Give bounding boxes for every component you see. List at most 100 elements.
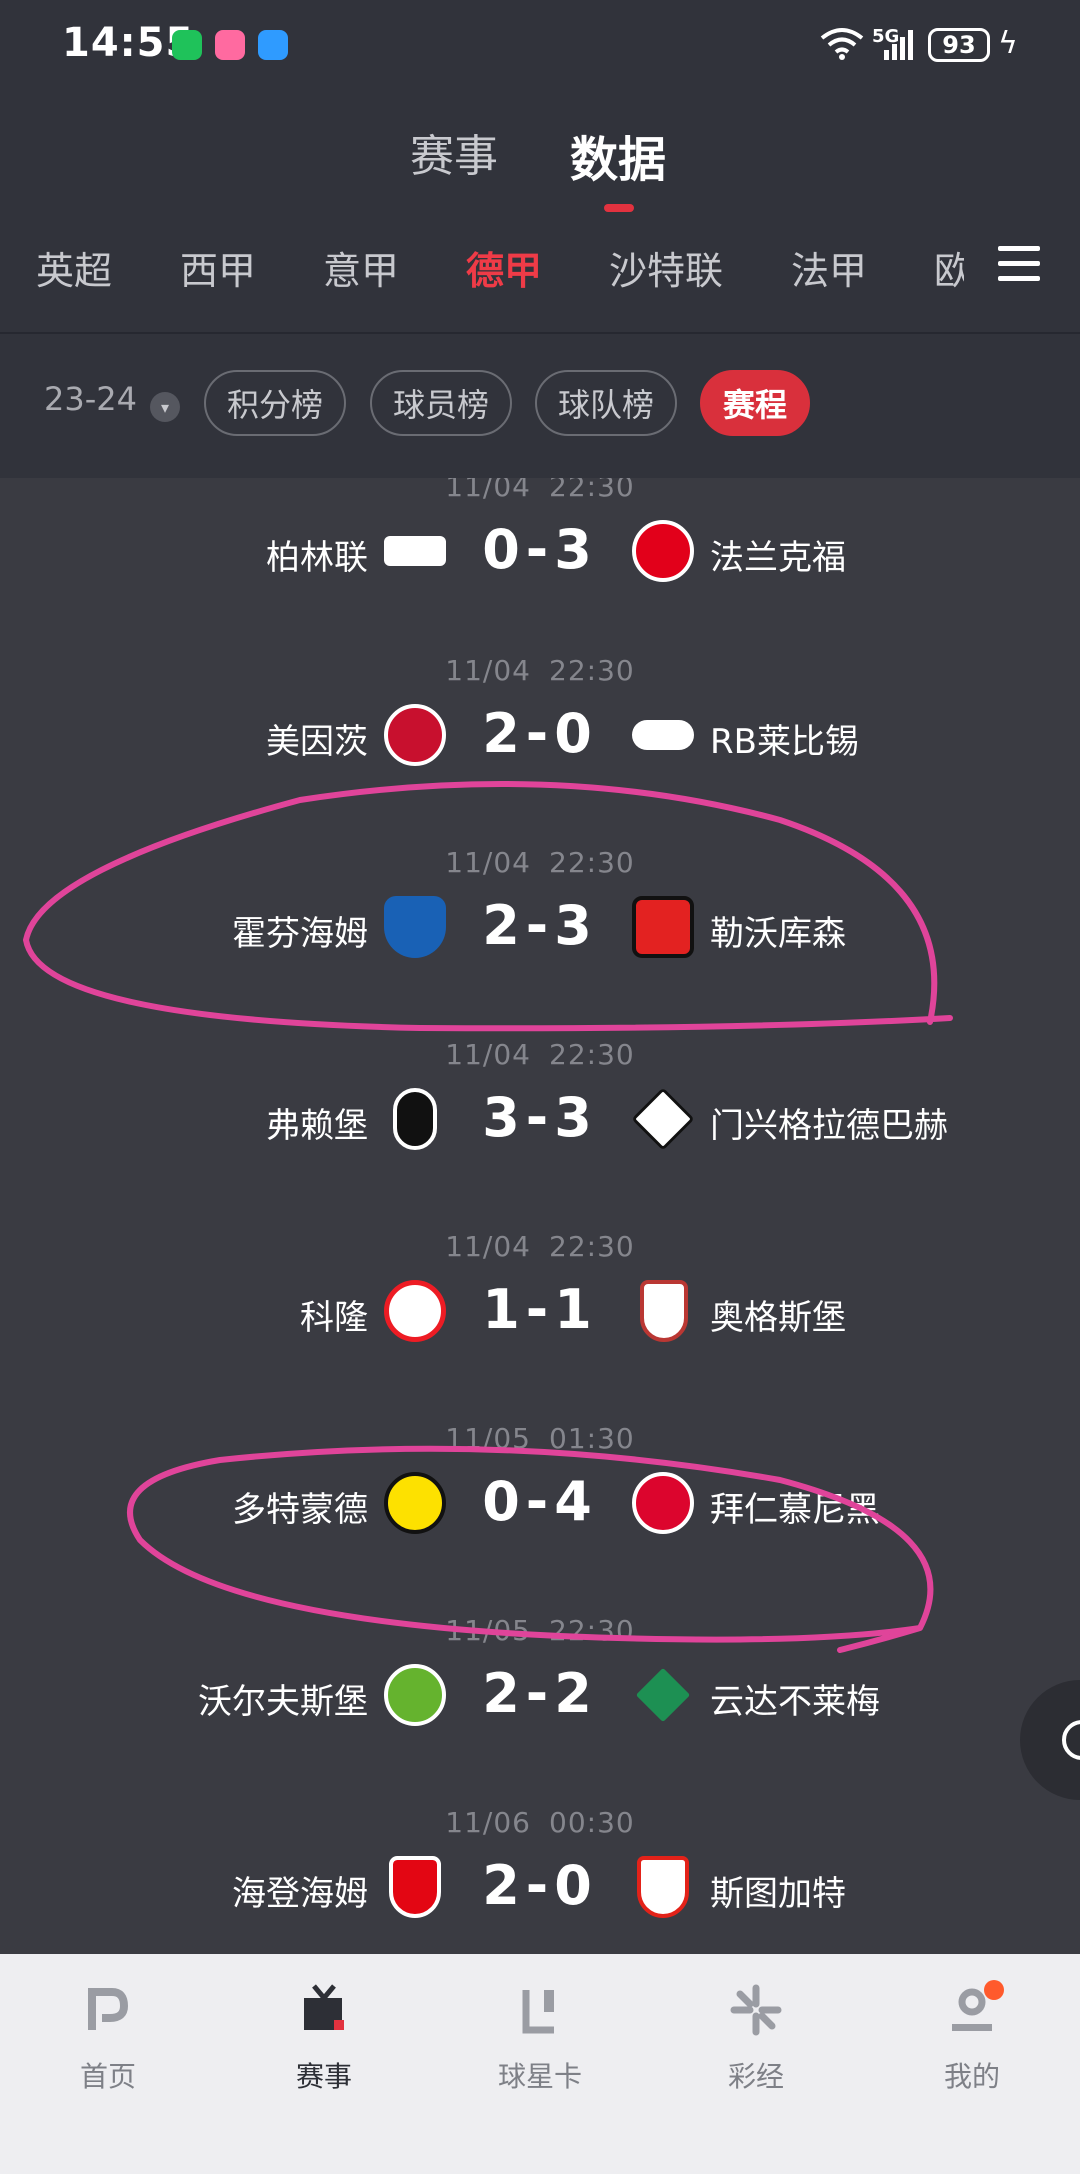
heidenheim-logo-icon	[389, 1856, 441, 1918]
match-row[interactable]: 11/05 01:30 多特蒙德 0-4 拜仁慕尼黑	[0, 1422, 1080, 1614]
header: 赛事 数据 英超 西甲 意甲 德甲 沙特联 法甲 欧 23-24 ▾ 积分榜 球…	[0, 90, 1080, 480]
card-icon	[522, 1990, 554, 2034]
refresh-icon	[1062, 1720, 1080, 1760]
nav-cards[interactable]: 球星卡	[460, 1980, 620, 2095]
match-score: 2-0	[482, 702, 598, 765]
tab-events[interactable]: 赛事	[410, 120, 498, 184]
league-tab-ligue1[interactable]: 法甲	[791, 240, 867, 295]
signal-icon	[884, 30, 913, 60]
season-selector[interactable]: 23-24	[44, 380, 137, 418]
video-app-icon	[215, 30, 245, 60]
away-team: 门兴格拉德巴赫	[710, 1106, 948, 1146]
bottom-nav: 首页 赛事 球星卡 彩经 我的	[0, 1954, 1080, 2174]
tv-icon	[304, 1984, 344, 2030]
active-tab-indicator	[604, 204, 634, 212]
match-row[interactable]: 11/04 22:30 科隆 1-1 奥格斯堡	[0, 1230, 1080, 1422]
league-tab-seriea[interactable]: 意甲	[323, 240, 399, 295]
nav-label: 赛事	[295, 2060, 352, 2093]
league-tab-laliga[interactable]: 西甲	[180, 240, 256, 295]
match-row[interactable]: 11/05 22:30 沃尔夫斯堡 2-2 云达不莱梅	[0, 1614, 1080, 1806]
freiburg-logo-icon	[393, 1088, 437, 1150]
wifi-icon	[820, 28, 864, 60]
nav-events[interactable]: 赛事	[244, 1980, 404, 2095]
match-score: 2-3	[482, 894, 598, 957]
away-team: 法兰克福	[710, 538, 846, 578]
nav-label: 首页	[79, 2060, 136, 2093]
status-bar: 14:55 5G 93 ϟ	[0, 0, 1080, 90]
nav-lottery[interactable]: 彩经	[676, 1980, 836, 2095]
rb-leipzig-logo-icon	[632, 720, 694, 750]
augsburg-logo-icon	[640, 1280, 688, 1342]
union-berlin-logo-icon	[384, 536, 446, 566]
message-app-icon	[258, 30, 288, 60]
match-datetime: 11/04 22:30	[445, 846, 635, 879]
league-tab-bundesliga[interactable]: 德甲	[466, 240, 542, 295]
schedule-pill[interactable]: 赛程	[700, 370, 810, 436]
leverkusen-logo-icon	[632, 896, 694, 958]
wolfsburg-logo-icon	[384, 1664, 446, 1726]
match-score: 3-3	[482, 1086, 598, 1149]
away-team: 奥格斯堡	[710, 1298, 846, 1338]
match-datetime: 11/04 22:30	[445, 1038, 635, 1071]
stuttgart-logo-icon	[637, 1856, 689, 1918]
home-team: 美因茨	[266, 722, 368, 762]
match-row[interactable]: 11/04 22:30 柏林联 0-3 法兰克福	[0, 478, 1080, 662]
gladbach-logo-icon	[631, 1087, 695, 1151]
werder-logo-icon	[635, 1667, 691, 1723]
match-row[interactable]: 11/04 22:30 美因茨 2-0 RB莱比锡	[0, 654, 1080, 846]
match-list[interactable]: 11/04 22:30 柏林联 0-3 法兰克福 11/04 22:30 美因茨 2…	[0, 478, 1080, 1954]
away-team: 勒沃库森	[710, 914, 846, 954]
match-score: 2-0	[482, 1854, 598, 1917]
match-datetime: 11/06 00:30	[445, 1806, 635, 1839]
tab-data[interactable]: 数据	[570, 120, 666, 190]
away-team: 云达不莱梅	[710, 1682, 880, 1722]
match-row[interactable]: 11/06 00:30 海登海姆 2-0 斯图加特	[0, 1806, 1080, 1954]
nav-home[interactable]: 首页	[28, 1980, 188, 2095]
match-datetime: 11/04 22:30	[445, 654, 635, 687]
match-score: 0-4	[482, 1470, 598, 1533]
charging-icon: ϟ	[998, 26, 1018, 61]
lottery-icon	[730, 1984, 782, 2036]
match-datetime: 11/04 22:30	[445, 478, 635, 503]
team-rankings-pill[interactable]: 球队榜	[535, 370, 677, 436]
battery-icon: 93	[928, 28, 990, 62]
nav-label: 我的	[943, 2060, 1000, 2093]
home-team: 海登海姆	[232, 1874, 368, 1914]
divider	[0, 332, 1080, 334]
dortmund-logo-icon	[384, 1472, 446, 1534]
away-team: 拜仁慕尼黑	[710, 1490, 880, 1530]
nav-label: 彩经	[727, 2060, 784, 2093]
standings-pill[interactable]: 积分榜	[204, 370, 346, 436]
match-datetime: 11/05 22:30	[445, 1614, 635, 1647]
home-team: 沃尔夫斯堡	[198, 1682, 368, 1722]
chevron-down-icon[interactable]: ▾	[150, 392, 180, 422]
home-team: 霍芬海姆	[232, 914, 368, 954]
away-team: RB莱比锡	[710, 722, 859, 762]
match-score: 0-3	[482, 518, 598, 581]
match-row[interactable]: 11/04 22:30 霍芬海姆 2-3 勒沃库森	[0, 846, 1080, 1038]
nav-profile[interactable]: 我的	[892, 1980, 1052, 2095]
screen: 14:55 5G 93 ϟ 赛事 数据 英超 西甲 意甲 德甲 沙特联 法甲 欧…	[0, 0, 1080, 2174]
bayern-logo-icon	[632, 1472, 694, 1534]
match-score: 1-1	[482, 1278, 598, 1341]
match-score: 2-2	[482, 1662, 598, 1725]
match-datetime: 11/05 01:30	[445, 1422, 635, 1455]
home-icon	[88, 1988, 129, 2030]
league-tabs: 英超 西甲 意甲 德甲 沙特联 法甲 欧	[0, 240, 1080, 322]
nav-label: 球星卡	[497, 2060, 582, 2093]
league-tab-saudi[interactable]: 沙特联	[609, 240, 723, 295]
player-rankings-pill[interactable]: 球员榜	[370, 370, 512, 436]
koln-logo-icon	[384, 1280, 446, 1342]
filter-row: 23-24 ▾ 积分榜 球员榜 球队榜 赛程	[0, 370, 1080, 438]
frankfurt-logo-icon	[632, 520, 694, 582]
home-team: 科隆	[300, 1298, 368, 1338]
match-datetime: 11/04 22:30	[445, 1230, 635, 1263]
league-tab-epl[interactable]: 英超	[36, 240, 112, 295]
notification-dot	[984, 1980, 1004, 2000]
home-team: 柏林联	[266, 538, 368, 578]
mainz-logo-icon	[384, 704, 446, 766]
league-tab-europe[interactable]: 欧	[934, 240, 964, 295]
menu-icon[interactable]	[998, 246, 1040, 291]
match-row[interactable]: 11/04 22:30 弗赖堡 3-3 门兴格拉德巴赫	[0, 1038, 1080, 1230]
home-team: 弗赖堡	[266, 1106, 368, 1146]
